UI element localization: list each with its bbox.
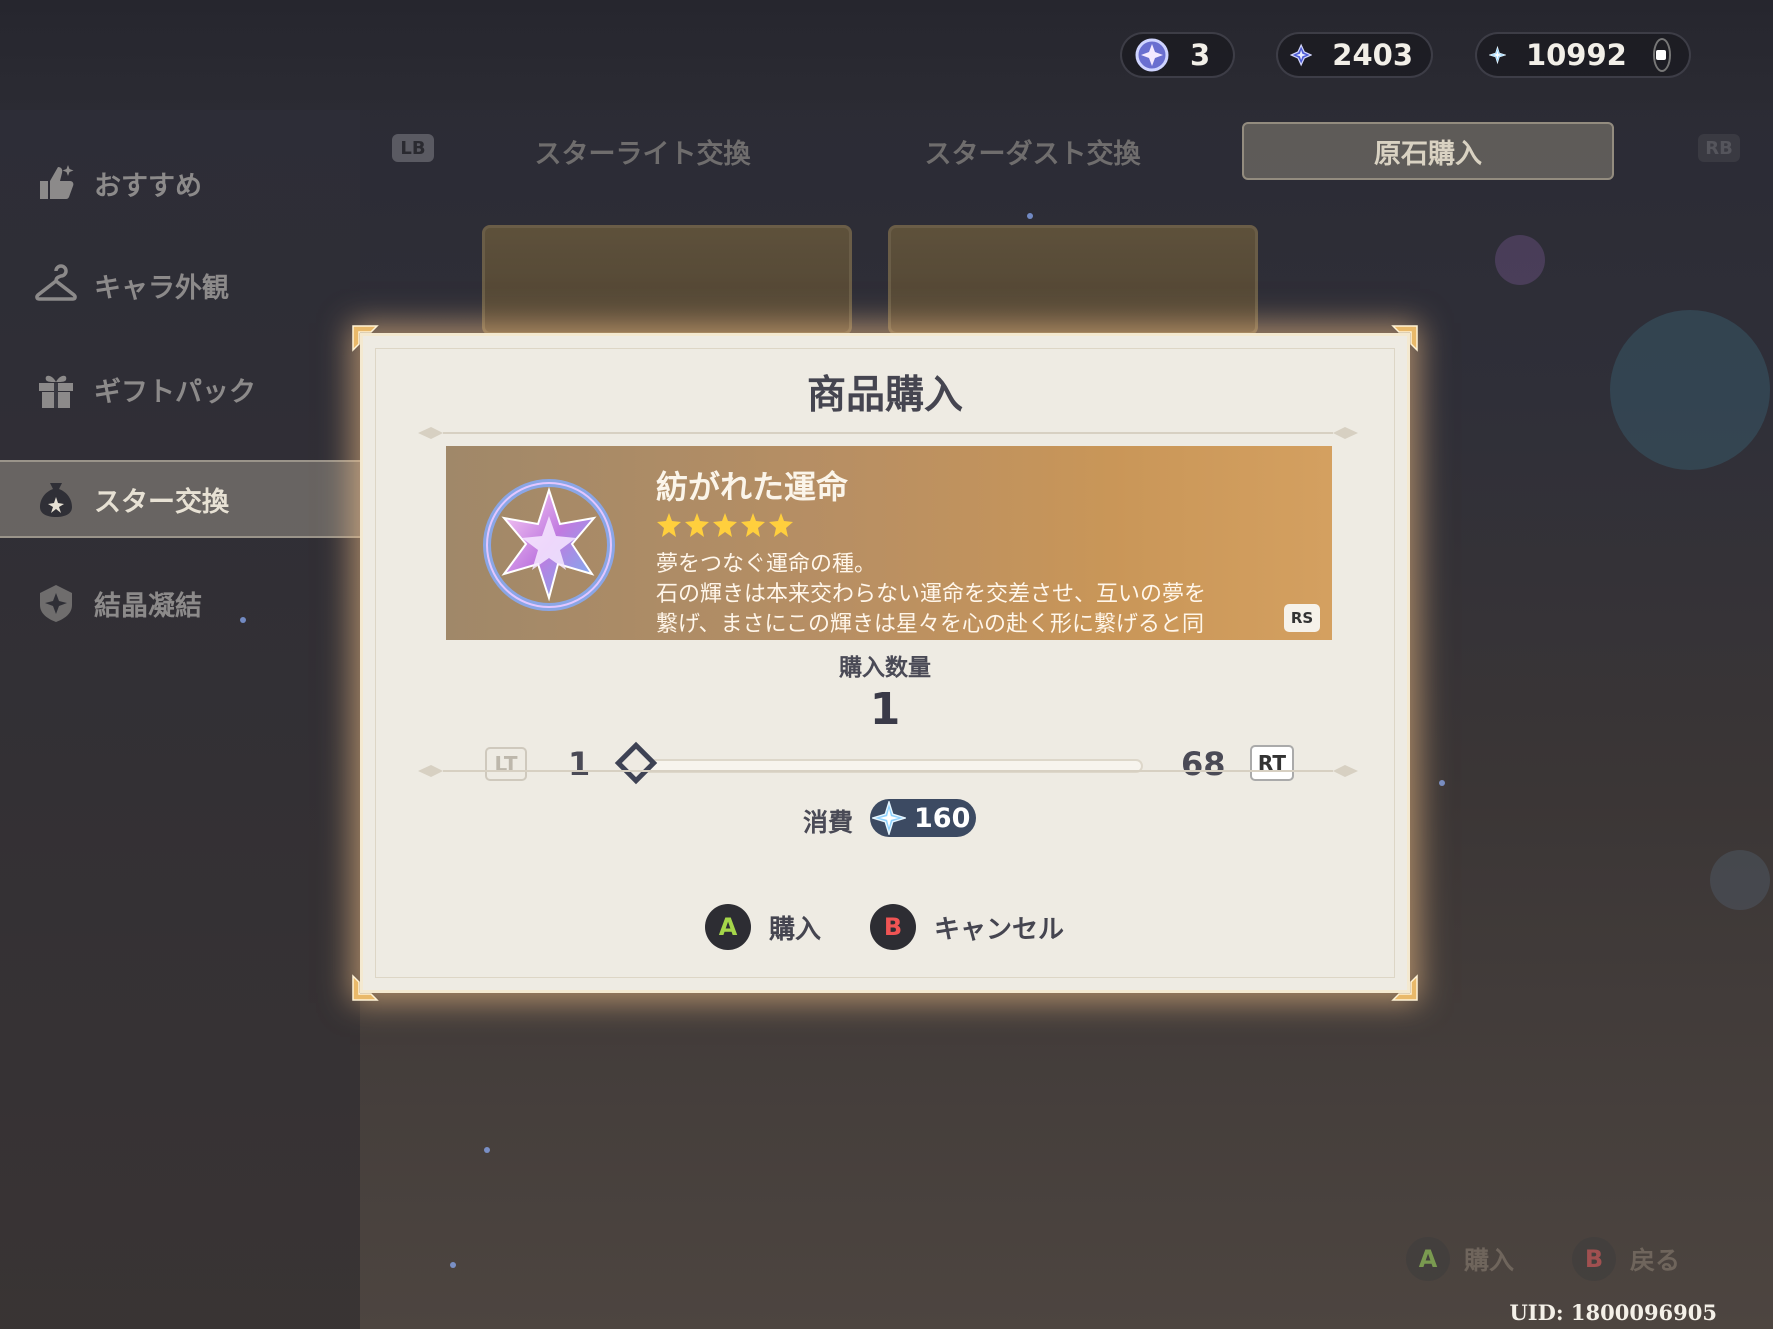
top-bar: 3 2403 10992	[0, 0, 1773, 110]
rarity-stars	[656, 512, 794, 538]
bottom-back-label: 戻る	[1630, 1246, 1681, 1275]
sparkle-decoration	[484, 1147, 490, 1153]
sparkle-decoration	[240, 617, 246, 623]
quantity-label: 購入数量	[839, 655, 931, 681]
cost-value: 160	[914, 802, 971, 834]
cancel-button-label: キャンセル	[934, 914, 1065, 945]
shop-sidebar: おすすめ キャラ外観 ギフトパック スター交換 結晶凝結	[0, 110, 360, 1329]
purchase-button-label: 購入	[769, 914, 822, 945]
tab-genesis-crystal-purchase[interactable]: 原石購入	[1242, 122, 1614, 180]
star-bag-icon	[40, 483, 72, 517]
sidebar-item-label: スター交換	[94, 486, 229, 518]
shop-card-background	[482, 225, 852, 335]
primogem-icon	[1489, 45, 1506, 65]
b-button-icon: B	[1572, 1237, 1616, 1281]
corner-ornament-icon	[1391, 974, 1418, 1001]
sidebar-item-star-exchange[interactable]: スター交換	[0, 460, 360, 538]
sidebar-item-label: おすすめ	[94, 170, 202, 202]
bottom-controller-hints: A 購入 B 戻る	[0, 1237, 1773, 1287]
star-icon	[741, 513, 765, 537]
hanger-icon	[35, 264, 77, 301]
primogem-counter: 10992	[1475, 32, 1691, 78]
star-icon	[713, 513, 737, 537]
cost-pill: 160	[870, 799, 976, 837]
description-line: 石の輝きは本来交わらない運命を交差させ、互いの夢を	[656, 582, 1207, 607]
sparkle-decoration	[1439, 780, 1445, 786]
thumbs-up-icon	[40, 165, 74, 199]
rs-scroll-hint: RS	[1284, 604, 1320, 632]
item-name: 紡がれた運命	[656, 468, 849, 506]
player-uid: UID: 1800096905	[1509, 1300, 1717, 1325]
shop-tab-bar: LB スターライト交換 スターダスト交換 原石購入 RB	[360, 112, 1773, 182]
ornament-divider	[418, 765, 1358, 777]
sidebar-item-label: 結晶凝結	[94, 590, 202, 622]
b-button-icon: B	[870, 904, 916, 950]
star-icon	[657, 513, 681, 537]
dialog-title: 商品購入	[806, 373, 963, 418]
intertwined-fate-counter: 3	[1120, 32, 1235, 78]
bottom-buy-label: 購入	[1464, 1246, 1515, 1275]
currency-value: 10992	[1525, 38, 1627, 72]
a-button-icon: A	[1406, 1237, 1450, 1281]
a-button-icon: A	[705, 904, 751, 950]
sidebar-item-label: キャラ外観	[94, 272, 229, 304]
bokeh-decoration	[1610, 310, 1770, 470]
starglitter-icon	[1290, 43, 1313, 67]
currency-value: 3	[1190, 38, 1211, 72]
intertwined-fate-icon	[1135, 38, 1169, 72]
lb-key-hint: LB	[392, 134, 434, 162]
gift-icon	[39, 375, 73, 408]
cost-row: 消費 160	[363, 799, 1407, 839]
bokeh-decoration	[1710, 850, 1770, 910]
tab-starlight-exchange[interactable]: スターライト交換	[480, 122, 805, 180]
intertwined-fate-item-icon	[483, 479, 615, 611]
corner-ornament-icon	[352, 974, 379, 1001]
description-line: 夢をつなぐ運命の種。	[656, 552, 877, 577]
sidebar-item-gift-pack[interactable]: ギフトパック	[0, 350, 360, 428]
cost-label: 消費	[803, 808, 854, 837]
shop-card-background	[888, 225, 1258, 335]
dialog-actions: A 購入 B キャンセル	[363, 904, 1407, 954]
add-primogem-button[interactable]	[1652, 38, 1671, 72]
sidebar-item-label: ギフトパック	[94, 376, 256, 408]
bokeh-decoration	[1495, 235, 1545, 285]
quantity-value: 1	[869, 684, 901, 735]
item-description[interactable]: 夢をつなぐ運命の種。 石の輝きは本来交わらない運命を交差させ、互いの夢を 繋げ、…	[656, 550, 1276, 640]
ornament-divider	[418, 427, 1358, 439]
currency-value: 2403	[1332, 38, 1413, 72]
star-icon	[685, 513, 709, 537]
description-line: 繋げ、まさにこの輝きは星々を心の赴く形に繋げると同	[656, 612, 1205, 637]
corner-ornament-icon	[352, 325, 379, 352]
tab-stardust-exchange[interactable]: スターダスト交換	[870, 122, 1195, 180]
crystal-icon	[40, 585, 72, 622]
sidebar-item-crystal-top-up[interactable]: 結晶凝結	[0, 564, 360, 642]
bottom-buy-hint[interactable]: A 購入	[1406, 1237, 1514, 1281]
sparkle-decoration	[1027, 213, 1033, 219]
starglitter-counter: 2403	[1276, 32, 1433, 78]
sidebar-item-outfits[interactable]: キャラ外観	[0, 246, 360, 324]
sidebar-item-recommended[interactable]: おすすめ	[0, 144, 360, 222]
item-info-banner: 紡がれた運命 夢をつなぐ運命の種。 石の輝きは本来交わらない運命を交差させ、互い…	[446, 446, 1332, 640]
purchase-dialog: 商品購入 紡がれた運命 夢をつなぐ運命の種。 石の輝きは本来交わらない運命を交差…	[352, 325, 1418, 1001]
corner-ornament-icon	[1391, 325, 1418, 352]
bottom-back-hint[interactable]: B 戻る	[1572, 1237, 1680, 1281]
purchase-button[interactable]: A 購入	[705, 904, 821, 950]
star-icon	[769, 513, 793, 537]
cancel-button[interactable]: B キャンセル	[870, 904, 1064, 950]
rb-key-hint: RB	[1698, 134, 1740, 162]
primogem-icon	[872, 801, 906, 835]
